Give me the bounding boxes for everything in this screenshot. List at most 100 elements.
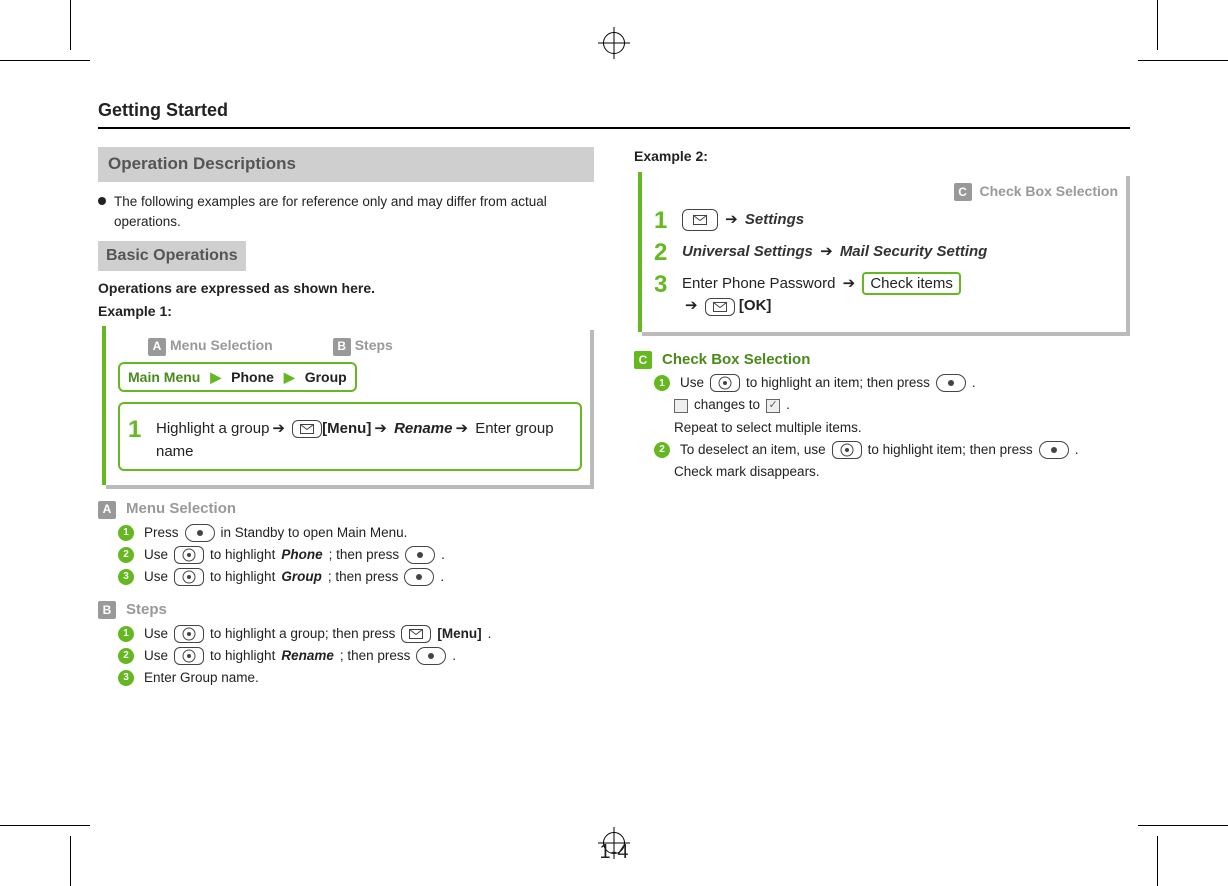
callout-b: BSteps — [333, 336, 393, 355]
detail-b-item2: 2 Use to highlight Rename; then press . — [98, 647, 594, 665]
detail-a-heading: A Menu Selection — [98, 499, 594, 519]
detail-a-title: Menu Selection — [126, 499, 236, 519]
center-key-icon — [1039, 441, 1069, 459]
check-items-pill: Check items — [862, 272, 961, 295]
badge-a-icon: A — [148, 338, 166, 356]
section-title-basic-operations: Basic Operations — [98, 241, 246, 271]
step2-part-a: Universal Settings — [682, 243, 813, 260]
detail-c-item1: 1 Use to highlight an item; then press . — [634, 374, 1130, 392]
example1-label: Example 1: — [98, 302, 594, 321]
section-title-operation-descriptions: Operation Descriptions — [98, 147, 594, 182]
mail-key-icon — [292, 420, 322, 438]
detail-b-title: Steps — [126, 600, 167, 620]
detail-c-item1b: changes to . — [634, 396, 1130, 414]
path-segment: Main Menu — [128, 368, 200, 387]
nav-key-icon — [174, 546, 204, 564]
crop-mark — [0, 825, 90, 826]
path-segment: Group — [305, 368, 347, 387]
ex2-step3: 3 Enter Phone Password ➔ Check items ➔ [… — [654, 273, 1118, 318]
nav-key-icon — [832, 441, 862, 459]
intro-line: Operations are expressed as shown here. — [98, 279, 594, 298]
content-area: Getting Started Operation Descriptions T… — [98, 100, 1130, 786]
path-segment: Phone — [231, 368, 274, 387]
menu-path-pill: Main Menu ▶ Phone ▶ Group — [118, 362, 357, 393]
step-number: 1 — [128, 418, 146, 442]
step2-part-b: Mail Security Setting — [840, 243, 988, 260]
step1-target: Settings — [745, 211, 804, 228]
callout-a-text: Menu Selection — [170, 337, 273, 353]
callout-c-text: Check Box Selection — [980, 183, 1119, 199]
ex2-step2: 2 Universal Settings ➔ Mail Security Set… — [654, 241, 1118, 265]
step-circle-3-icon: 3 — [118, 670, 134, 686]
nav-key-icon — [174, 647, 204, 665]
badge-a-icon: A — [98, 501, 116, 519]
nav-key-icon — [174, 568, 204, 586]
checkbox-checked-icon — [766, 399, 780, 413]
callout-a: AMenu Selection — [148, 336, 273, 355]
example2-label: Example 2: — [634, 147, 1130, 166]
note-text: The following examples are for reference… — [114, 192, 594, 231]
detail-b-item3: 3 Enter Group name. — [98, 669, 594, 687]
badge-c-green-icon: C — [634, 351, 652, 369]
crop-mark — [70, 836, 71, 886]
step-number: 2 — [654, 241, 672, 265]
badge-c-icon: C — [954, 183, 972, 201]
step-circle-3-icon: 3 — [118, 569, 134, 585]
registration-mark-top — [603, 32, 625, 54]
page-header: Getting Started — [98, 100, 1130, 121]
step3-part-a: Enter Phone Password — [682, 275, 835, 292]
crop-mark — [70, 0, 71, 50]
example1-box: AMenu Selection BSteps Main Menu ▶ Phone… — [102, 326, 590, 485]
detail-c-title: Check Box Selection — [662, 350, 810, 370]
detail-a-item2: 2 Use to highlight Phone; then press . — [98, 546, 594, 564]
nav-key-icon — [174, 625, 204, 643]
ok-label: [OK] — [739, 297, 772, 314]
chevron-icon: ▶ — [284, 368, 295, 387]
crop-mark — [0, 60, 90, 61]
ex2-step1: 1 ➔ Settings — [654, 209, 1118, 233]
callout-c: C Check Box Selection — [654, 182, 1118, 201]
crop-mark — [1157, 836, 1158, 886]
detail-a-item3: 3 Use to highlight Group; then press . — [98, 568, 594, 586]
crop-mark — [1157, 0, 1158, 50]
step-circle-2-icon: 2 — [118, 648, 134, 664]
page-number: 1-4 — [600, 841, 629, 864]
right-column: Example 2: C Check Box Selection 1 ➔ Set… — [634, 147, 1130, 691]
detail-b-item1: 1 Use to highlight a group; then press [… — [98, 625, 594, 643]
detail-a-item1: 1 Press in Standby to open Main Menu. — [98, 524, 594, 542]
crop-mark — [1138, 825, 1228, 826]
step-circle-2-icon: 2 — [654, 442, 670, 458]
mail-key-icon — [682, 209, 718, 231]
header-rule — [98, 127, 1130, 129]
bullet-icon — [98, 197, 106, 205]
detail-c-heading: C Check Box Selection — [634, 350, 1130, 370]
example2-box: C Check Box Selection 1 ➔ Settings 2 — [638, 172, 1126, 332]
detail-b-heading: B Steps — [98, 600, 594, 620]
checkbox-empty-icon — [674, 399, 688, 413]
badge-b-icon: B — [333, 338, 351, 356]
step-circle-1-icon: 1 — [118, 525, 134, 541]
chevron-icon: ▶ — [210, 368, 221, 387]
nav-key-icon — [710, 374, 740, 392]
detail-c-item2b: Check mark disappears. — [634, 463, 1130, 481]
note-line: The following examples are for reference… — [98, 192, 594, 231]
step-circle-2-icon: 2 — [118, 547, 134, 563]
center-key-icon — [185, 524, 215, 542]
step1-outline: 1 Highlight a group➔ [Menu]➔ Rename➔ Ent… — [118, 402, 582, 471]
center-key-icon — [404, 568, 434, 586]
badge-b-icon: B — [98, 601, 116, 619]
step1-text: Highlight a group➔ [Menu]➔ Rename➔ Enter… — [156, 418, 572, 463]
center-key-icon — [936, 374, 966, 392]
mail-key-icon — [705, 298, 735, 316]
detail-c-item2: 2 To deselect an item, use to highlight … — [634, 441, 1130, 459]
step-circle-1-icon: 1 — [118, 626, 134, 642]
detail-c-item1c: Repeat to select multiple items. — [634, 419, 1130, 437]
mail-key-icon — [401, 625, 431, 643]
step-number: 1 — [654, 209, 672, 233]
step-circle-1-icon: 1 — [654, 375, 670, 391]
callout-b-text: Steps — [355, 337, 393, 353]
left-column: Operation Descriptions The following exa… — [98, 147, 594, 691]
crop-mark — [1138, 60, 1228, 61]
step-number: 3 — [654, 273, 672, 297]
page: Getting Started Operation Descriptions T… — [0, 0, 1228, 886]
